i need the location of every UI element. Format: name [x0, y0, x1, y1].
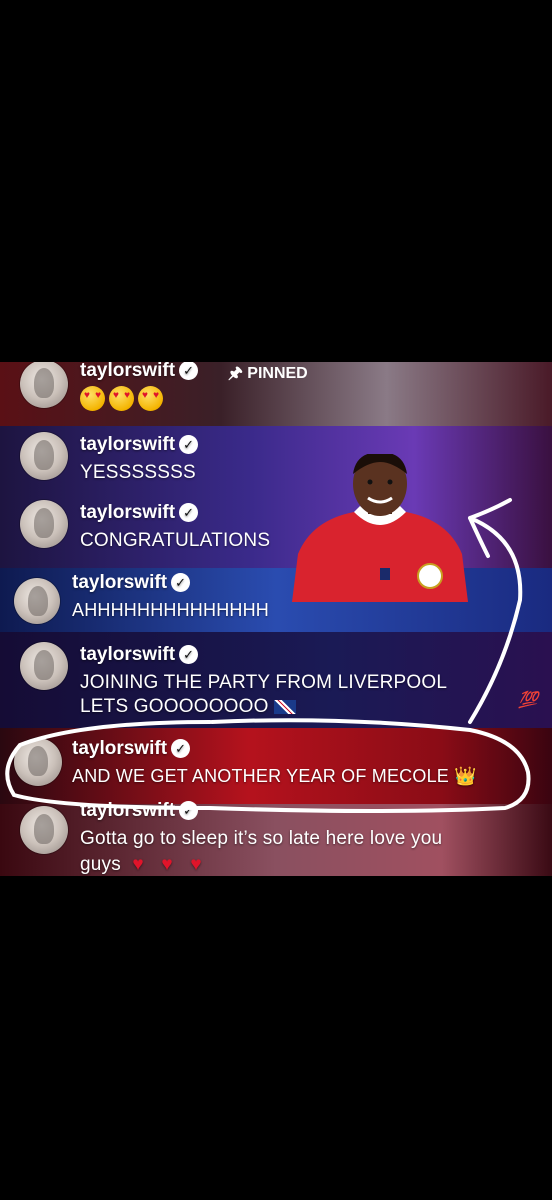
hand-drawn-arrow [468, 498, 523, 724]
hand-drawn-ellipse [5, 718, 531, 813]
annotation-overlay [5, 498, 531, 813]
